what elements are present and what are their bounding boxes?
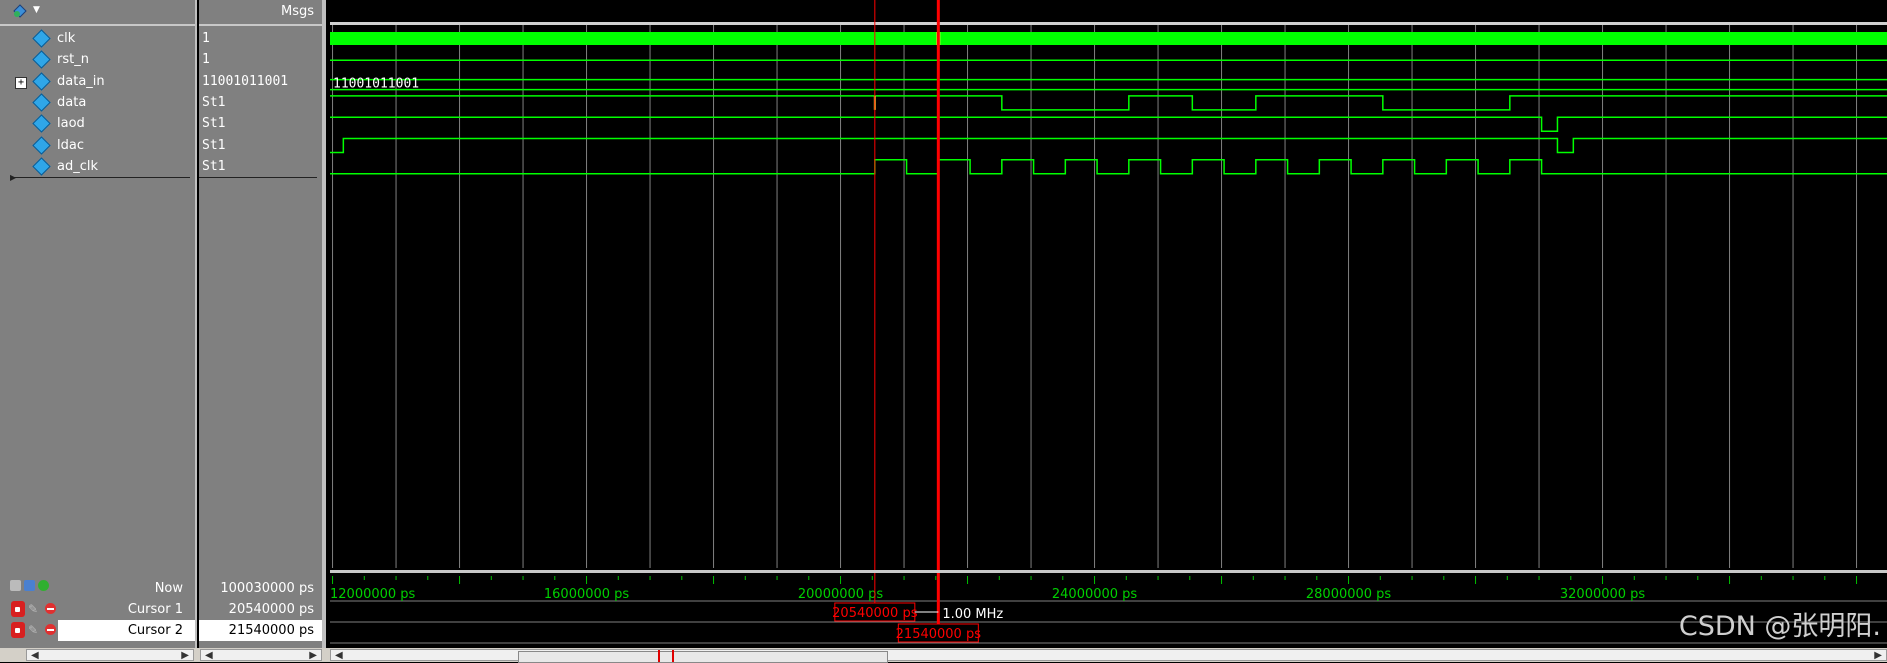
cursor-names-pane: Now ✎ Cursor 1 ✎ Cursor 2 [0,570,197,648]
msgs-header-label: Msgs [280,4,314,19]
cursor2-scroll-marker [672,650,674,662]
signal-value: 1 [202,52,210,68]
cursor-lock-toggle-icon[interactable] [24,580,35,591]
now-row: Now [0,578,195,599]
data-in-bus-label: 11001011001 [333,77,419,92]
signal-value: 1 [202,31,210,46]
add-cursor-icon[interactable] [38,580,49,591]
signal-diamond-icon [32,93,51,112]
signal-name: data [57,94,87,110]
ad-clk-wave [330,159,1887,175]
signal-names-pane[interactable]: ▼ clk rst_n + data_indata laod ldac ad_clk ▶ [0,0,197,570]
signal-name: ad_clk [57,158,99,174]
scroll-right-icon[interactable]: ▶ [181,650,189,661]
cursor1-row[interactable]: ✎ Cursor 1 [0,599,195,620]
value-row-data_in[interactable]: 11001011001 [199,72,322,93]
now-label: Now [154,581,183,596]
names-hscroll[interactable]: ◀ ▶ [26,649,194,661]
wrench-icon[interactable]: ✎ [28,623,38,637]
signal-diamond-icon [32,29,51,48]
signal-diamond-icon [32,157,51,176]
cursor2-label: Cursor 2 [127,623,183,638]
signal-diamond-icon [32,71,51,91]
signal-row-laod[interactable]: laod [0,114,195,135]
waveform-canvas[interactable]: 11001011001 [330,0,1887,570]
watermark: CSDN @张明阳. [1678,611,1881,642]
cursor2-row[interactable]: ✎ Cursor 2 [0,620,195,641]
signal-row-rst_n[interactable]: rst_n [0,50,195,71]
signal-value: 11001011001 [202,73,289,89]
insert-marker-icon: ▶ [10,173,17,182]
ldac-wave [330,137,1887,154]
signal-row-ldac[interactable]: ldac [0,135,195,157]
signal-name: clk [57,31,76,46]
scrollbar-strip: ◀ ▶ ◀ ▶ ◀ ▶ [0,648,1887,663]
scroll-right-icon[interactable]: ▶ [309,650,317,661]
signal-diamond-icon [32,114,51,133]
row-separator [12,177,190,178]
now-value: 100030000 ps [220,581,314,596]
scroll-left-icon[interactable]: ◀ [31,650,39,661]
signal-row-ad_clk[interactable]: ad_clk [0,157,195,178]
wave-hscroll[interactable]: ◀ ▶ [330,649,1887,663]
signal-value: St1 [202,137,226,153]
value-row-rst_n[interactable]: 1 [199,50,322,71]
signal-name: laod [57,116,85,132]
cursor2-selected-bg: Cursor 2 [58,620,195,641]
expand-icon[interactable]: + [15,76,27,89]
wave-tool-icon[interactable] [12,4,28,18]
scroll-left-icon[interactable]: ◀ [335,650,343,661]
value-row-clk[interactable]: 1 [199,29,322,50]
cursor-pane[interactable]: Now ✎ Cursor 1 ✎ Cursor 2 100030000 ps 2… [0,570,1887,648]
laod-wave [330,116,1887,132]
names-header: ▼ [0,0,195,26]
dropdown-arrow-icon[interactable]: ▼ [33,5,40,15]
signal-name: rst_n [57,52,89,68]
scroll-left-icon[interactable]: ◀ [205,650,213,661]
remove-cursor-icon[interactable] [45,624,56,635]
cursor2-value: 21540000 ps [228,623,314,638]
cursor1-scroll-marker [658,650,660,662]
signal-name: ldac [57,137,84,153]
data-wave [330,95,1887,111]
signal-diamond-icon [32,135,51,155]
remove-cursor-icon[interactable] [45,603,56,614]
lock-icon[interactable] [11,622,25,638]
cursor-tools[interactable] [10,580,52,595]
cursor1-label: Cursor 1 [127,602,183,617]
values-hscroll[interactable]: ◀ ▶ [200,649,322,661]
lock-icon[interactable] [11,601,25,617]
cursor-edit-icon[interactable] [10,580,21,591]
value-row-laod[interactable]: St1 [199,114,322,135]
cursor1-value: 20540000 ps [228,602,314,617]
value-row-ad_clk[interactable]: St1 [199,157,322,178]
wrench-icon[interactable]: ✎ [28,602,38,616]
signal-row-data[interactable]: data [0,93,195,114]
value-row-data[interactable]: St1 [199,93,322,114]
wave-pane[interactable]: 11001011001 [330,0,1887,570]
row-separator [199,177,317,178]
scroll-right-icon[interactable]: ▶ [1874,650,1882,661]
wave-scroll-thumb[interactable] [518,651,888,663]
signal-diamond-icon [32,50,51,69]
signal-row-clk[interactable]: clk [0,29,195,50]
signal-value: St1 [202,94,226,110]
signal-value: St1 [202,116,226,132]
wave-header-rule [330,22,1887,25]
values-header: Msgs [199,0,322,26]
clk-wave [330,32,1887,45]
cursor-values-pane: 100030000 ps 20540000 ps 21540000 ps [199,570,326,648]
signal-values-pane[interactable]: Msgs 1 1 11001011001 St1 St1 St1 St1 [199,0,326,570]
signal-name: data_in [57,73,105,89]
signal-row-data_in[interactable]: + data_in [0,71,195,93]
signal-value: St1 [202,158,226,174]
value-row-ldac[interactable]: St1 [199,136,322,157]
